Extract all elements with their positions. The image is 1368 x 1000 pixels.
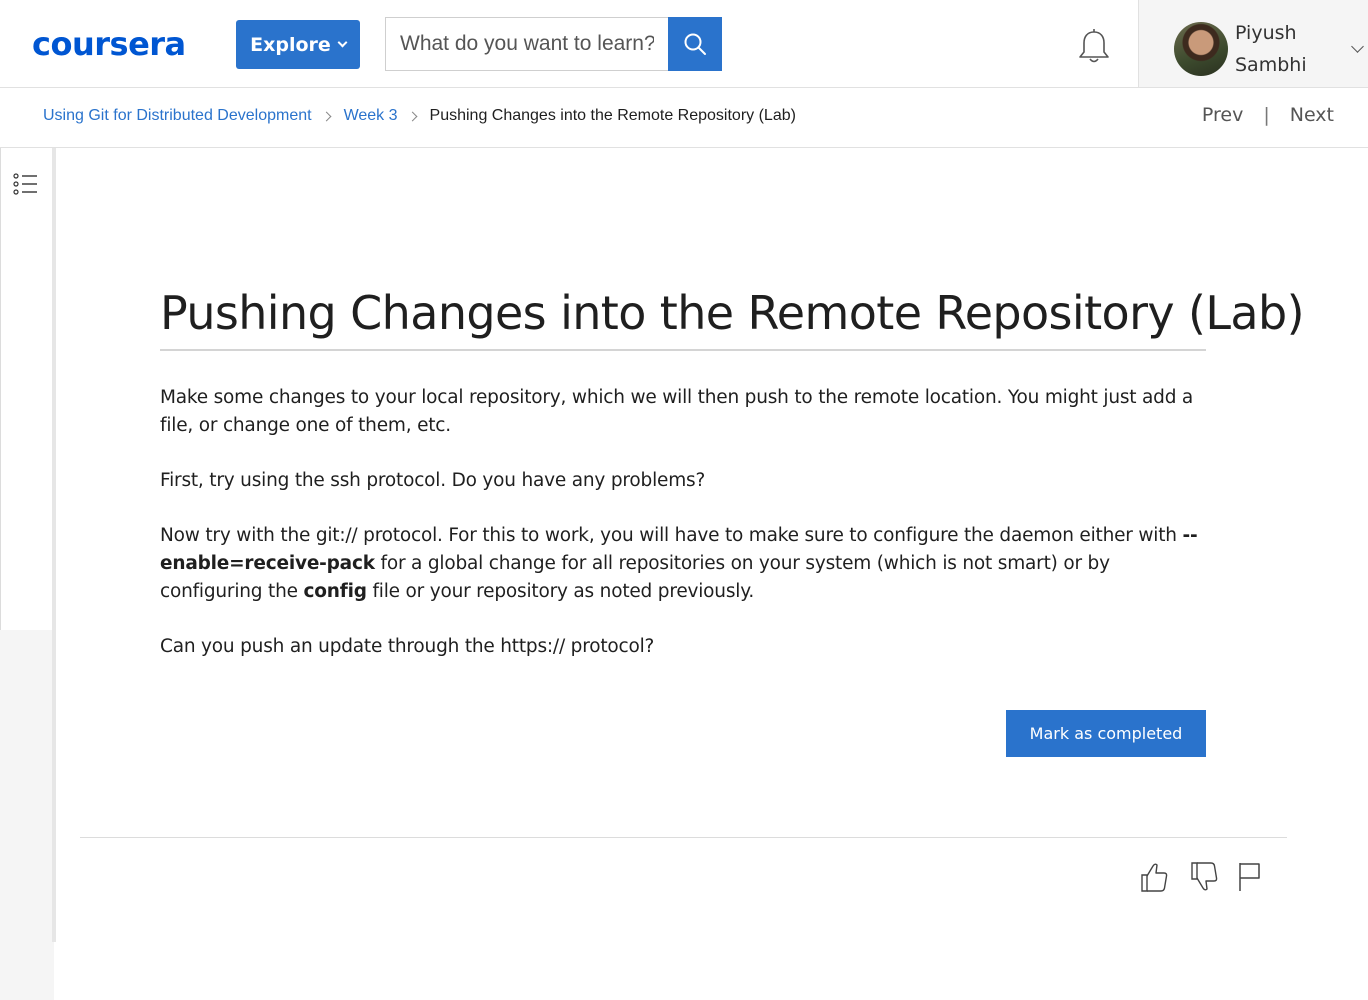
title-divider bbox=[160, 349, 1206, 351]
top-header: coursera Explore Piyush Sambhi bbox=[0, 0, 1368, 88]
explore-button[interactable]: Explore bbox=[236, 20, 360, 69]
user-name: Piyush Sambhi bbox=[1235, 17, 1345, 81]
next-button[interactable]: Next bbox=[1290, 104, 1334, 126]
sidebar-divider bbox=[52, 148, 56, 942]
notifications-button[interactable] bbox=[1076, 28, 1112, 66]
bell-icon bbox=[1079, 29, 1109, 63]
explore-label: Explore bbox=[250, 33, 331, 56]
chevron-right-icon bbox=[407, 111, 417, 121]
footer-divider bbox=[80, 837, 1287, 838]
user-first-name: Piyush bbox=[1235, 22, 1297, 44]
table-of-contents-icon[interactable] bbox=[13, 172, 39, 198]
paragraph-2: First, try using the ssh protocol. Do yo… bbox=[160, 470, 706, 491]
paragraph-3-text-c: file or your repository as noted previou… bbox=[366, 581, 754, 602]
page-title: Pushing Changes into the Remote Reposito… bbox=[160, 286, 1305, 340]
user-last-name: Sambhi bbox=[1235, 54, 1307, 76]
paragraph-3: Now try with the git:// protocol. For th… bbox=[160, 522, 1206, 606]
paragraph-4: Can you push an update through the https… bbox=[160, 636, 655, 657]
thumbs-down-icon[interactable] bbox=[1188, 860, 1220, 894]
search-input[interactable] bbox=[385, 17, 668, 71]
chevron-down-icon bbox=[337, 37, 348, 48]
search-button[interactable] bbox=[668, 17, 722, 71]
config-keyword: config bbox=[303, 581, 367, 602]
breadcrumb: Using Git for Distributed Development We… bbox=[43, 107, 796, 125]
breadcrumb-bar: Using Git for Distributed Development We… bbox=[0, 88, 1368, 148]
user-menu[interactable]: Piyush Sambhi bbox=[1138, 0, 1368, 87]
chevron-right-icon bbox=[321, 111, 332, 121]
avatar bbox=[1174, 22, 1228, 76]
breadcrumb-course-link[interactable]: Using Git for Distributed Development bbox=[43, 107, 312, 125]
chevron-down-icon bbox=[1351, 40, 1364, 53]
nav-separator: | bbox=[1263, 104, 1270, 126]
paragraph-1: Make some changes to your local reposito… bbox=[160, 387, 1194, 436]
sidebar bbox=[0, 148, 54, 1000]
paragraph-3-text-a: Now try with the git:// protocol. For th… bbox=[160, 525, 1183, 546]
mark-as-completed-button[interactable]: Mark as completed bbox=[1006, 710, 1206, 757]
flag-icon[interactable] bbox=[1236, 860, 1268, 894]
breadcrumb-week-link[interactable]: Week 3 bbox=[344, 107, 398, 125]
thumbs-up-icon[interactable] bbox=[1138, 860, 1170, 894]
sidebar-panel bbox=[0, 148, 54, 630]
prev-button[interactable]: Prev bbox=[1202, 104, 1243, 126]
breadcrumb-current: Pushing Changes into the Remote Reposito… bbox=[429, 107, 796, 124]
search-icon bbox=[684, 33, 706, 55]
coursera-logo[interactable]: coursera bbox=[32, 26, 186, 62]
prev-next-nav: Prev | Next bbox=[1202, 104, 1334, 126]
